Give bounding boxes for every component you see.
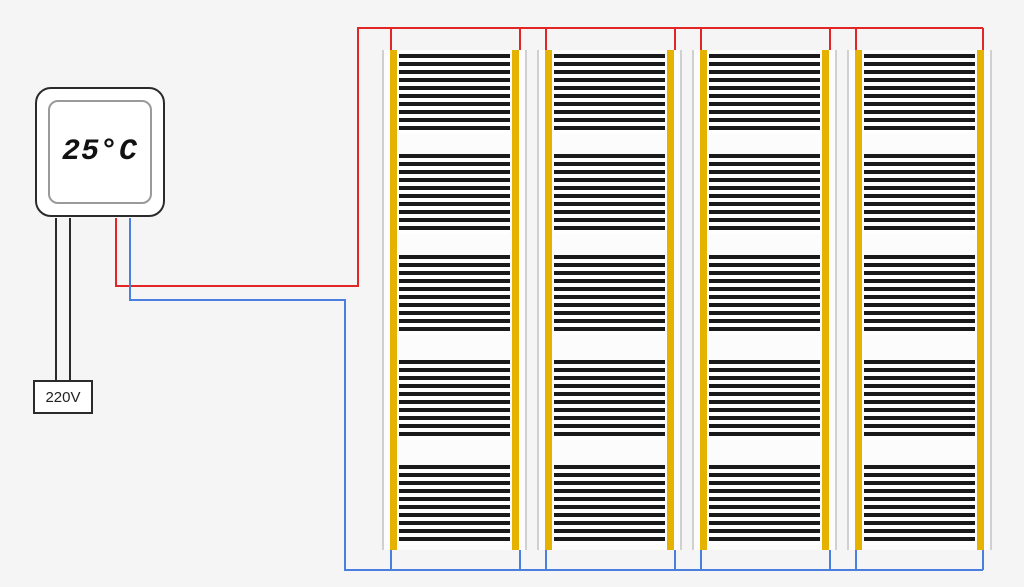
carbon-core bbox=[864, 50, 975, 550]
carbon-segment bbox=[709, 360, 820, 440]
busbar-left-icon bbox=[390, 50, 397, 550]
thermostat-reading: 25°C bbox=[62, 135, 138, 169]
heating-film-panel-4 bbox=[847, 50, 992, 550]
busbar-right-icon bbox=[512, 50, 519, 550]
carbon-core bbox=[554, 50, 665, 550]
wiring-diagram: 25°C 220V bbox=[0, 0, 1024, 587]
carbon-core bbox=[399, 50, 510, 550]
carbon-segment bbox=[864, 154, 975, 234]
carbon-segment bbox=[399, 154, 510, 234]
carbon-core bbox=[709, 50, 820, 550]
carbon-segment bbox=[399, 54, 510, 134]
busbar-right-icon bbox=[667, 50, 674, 550]
heating-film-panel-3 bbox=[692, 50, 837, 550]
carbon-segment bbox=[864, 54, 975, 134]
carbon-segment bbox=[709, 54, 820, 134]
carbon-segment bbox=[399, 255, 510, 335]
busbar-left-icon bbox=[545, 50, 552, 550]
carbon-segment bbox=[864, 255, 975, 335]
carbon-segment bbox=[709, 154, 820, 234]
carbon-segment bbox=[709, 255, 820, 335]
carbon-segment bbox=[399, 360, 510, 440]
carbon-segment bbox=[709, 465, 820, 545]
busbar-right-icon bbox=[822, 50, 829, 550]
busbar-left-icon bbox=[700, 50, 707, 550]
heating-film-panel-2 bbox=[537, 50, 682, 550]
busbar-right-icon bbox=[977, 50, 984, 550]
power-supply-box: 220V bbox=[33, 380, 93, 414]
thermostat-screen[interactable]: 25°C bbox=[48, 100, 152, 204]
power-supply-label: 220V bbox=[45, 389, 80, 406]
carbon-segment bbox=[554, 360, 665, 440]
carbon-segment bbox=[554, 255, 665, 335]
carbon-segment bbox=[554, 465, 665, 545]
heating-film-panel-1 bbox=[382, 50, 527, 550]
carbon-segment bbox=[399, 465, 510, 545]
carbon-segment bbox=[864, 360, 975, 440]
busbar-left-icon bbox=[855, 50, 862, 550]
carbon-segment bbox=[554, 154, 665, 234]
carbon-segment bbox=[864, 465, 975, 545]
carbon-segment bbox=[554, 54, 665, 134]
